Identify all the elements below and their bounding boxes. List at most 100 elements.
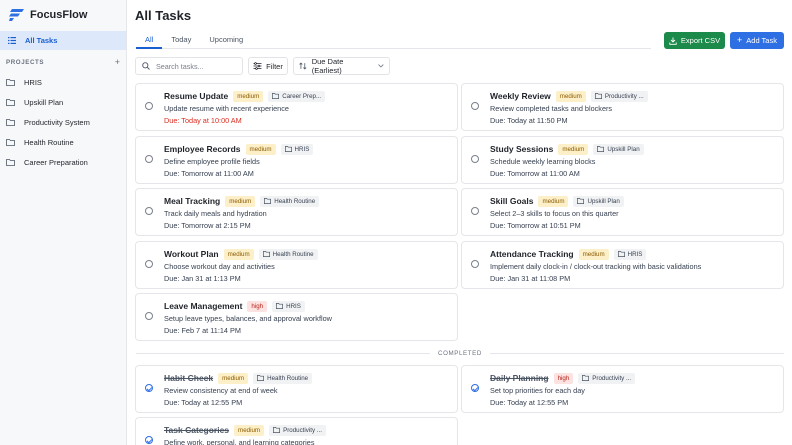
project-tag: Health Routine bbox=[260, 195, 320, 207]
project-tag: Career Prep... bbox=[268, 90, 326, 102]
sidebar-item-health-routine[interactable]: Health Routine bbox=[6, 132, 90, 152]
filter-label: Filter bbox=[266, 61, 283, 71]
priority-badge: medium bbox=[538, 195, 569, 207]
tab-today[interactable]: Today bbox=[162, 33, 200, 49]
sidebar-item-career-preparation[interactable]: Career Preparation bbox=[6, 152, 90, 172]
task-card[interactable]: Skill Goals medium Upskill Plan Select 2–3 … bbox=[461, 188, 784, 236]
completed-checkbox[interactable] bbox=[471, 384, 479, 392]
task-card[interactable]: Leave Management high HRIS Setup leave type… bbox=[135, 293, 458, 341]
sidebar-item-upskill-plan[interactable]: Upskill Plan bbox=[6, 93, 90, 113]
tab-all[interactable]: All bbox=[136, 33, 163, 49]
task-checkbox[interactable] bbox=[471, 260, 479, 268]
task-card[interactable]: Employee Records medium HRIS Define employe… bbox=[135, 136, 458, 184]
sidebar-item-all-tasks[interactable]: All Tasks bbox=[0, 31, 126, 50]
task-title: Daily Planning bbox=[490, 373, 549, 383]
priority-badge: medium bbox=[223, 248, 254, 260]
add-task-button[interactable]: + Add Task bbox=[730, 32, 784, 49]
project-tag-label: HRIS bbox=[294, 145, 310, 153]
completed-checkbox[interactable] bbox=[145, 436, 153, 444]
project-tag-label: Productivity ... bbox=[283, 426, 322, 434]
task-title: Habit Check bbox=[164, 373, 214, 383]
sidebar: FocusFlow All Tasks PROJECTS + HRIS Upsk… bbox=[0, 0, 127, 445]
folder-icon bbox=[6, 79, 15, 87]
project-tag: HRIS bbox=[280, 143, 314, 155]
folder-icon bbox=[284, 146, 292, 152]
priority-badge: medium bbox=[218, 372, 249, 384]
sidebar-item-label: Upskill Plan bbox=[24, 98, 64, 108]
tab-bar: All Today Upcoming bbox=[136, 33, 651, 49]
sort-select[interactable]: Due Date (Earliest) bbox=[293, 57, 390, 75]
folder-icon bbox=[264, 198, 272, 204]
task-description: Choose workout day and activities bbox=[164, 262, 275, 271]
task-checkbox[interactable] bbox=[145, 207, 153, 215]
folder-icon bbox=[594, 93, 602, 99]
project-tag: Productivity ... bbox=[590, 90, 648, 102]
sidebar-item-label: HRIS bbox=[24, 78, 42, 88]
chevron-down-icon bbox=[378, 64, 384, 68]
search-box[interactable] bbox=[135, 57, 243, 75]
task-card[interactable]: Study Sessions medium Upskill Plan Schedule… bbox=[461, 136, 784, 184]
sidebar-item-label: Productivity System bbox=[24, 117, 90, 127]
task-checkbox[interactable] bbox=[471, 207, 479, 215]
focusflow-logo-icon bbox=[9, 9, 24, 21]
sidebar-item-label: All Tasks bbox=[25, 36, 58, 45]
task-title: Skill Goals bbox=[490, 196, 534, 206]
completed-divider: COMPLETED bbox=[136, 349, 784, 357]
task-card[interactable]: Attendance Tracking medium HRIS Implement d… bbox=[461, 241, 784, 289]
priority-badge: high bbox=[247, 300, 268, 312]
sidebar-item-productivity-system[interactable]: Productivity System bbox=[6, 113, 90, 133]
priority-badge: medium bbox=[233, 90, 264, 102]
tab-upcoming[interactable]: Upcoming bbox=[200, 33, 252, 49]
task-checkbox[interactable] bbox=[145, 260, 153, 268]
task-checkbox[interactable] bbox=[471, 102, 479, 110]
task-checkbox[interactable] bbox=[145, 312, 153, 320]
project-tag-label: Upskill Plan bbox=[607, 145, 640, 153]
brand[interactable]: FocusFlow bbox=[9, 9, 87, 21]
task-due-date: Due: Today at 10:00 AM bbox=[164, 116, 242, 125]
task-checkbox[interactable] bbox=[145, 102, 153, 110]
task-card[interactable]: Weekly Review medium Productivity ... Revie… bbox=[461, 83, 784, 131]
priority-badge: medium bbox=[555, 90, 586, 102]
folder-icon bbox=[6, 119, 15, 126]
folder-icon bbox=[276, 303, 284, 309]
task-header: Skill Goals medium Upskill Plan bbox=[490, 195, 624, 207]
search-input[interactable] bbox=[156, 61, 236, 71]
task-title: Task Categories bbox=[164, 425, 230, 435]
task-description: Set top priorities for each day bbox=[490, 386, 585, 395]
task-due-date: Due: Jan 31 at 1:13 PM bbox=[164, 274, 241, 283]
plus-icon: + bbox=[737, 35, 743, 45]
task-description: Track daily meals and hydration bbox=[164, 209, 267, 218]
task-checkbox[interactable] bbox=[145, 155, 153, 163]
projects-header-label: PROJECTS bbox=[6, 59, 45, 66]
folder-icon bbox=[273, 427, 281, 433]
task-card[interactable]: Workout Plan medium Health Routine Choose w… bbox=[135, 241, 458, 289]
task-header: Employee Records medium HRIS bbox=[164, 143, 314, 155]
project-tag: HRIS bbox=[272, 300, 305, 312]
task-header: Workout Plan medium Health Routine bbox=[164, 248, 318, 260]
task-title: Meal Tracking bbox=[164, 196, 221, 206]
task-description: Select 2–3 skills to focus on this quart… bbox=[490, 209, 619, 218]
sidebar-item-hris[interactable]: HRIS bbox=[6, 73, 90, 93]
task-card[interactable]: Daily Planning high Productivity ... Set to… bbox=[461, 365, 784, 413]
task-due-date: Due: Tomorrow at 11:00 AM bbox=[164, 169, 254, 178]
search-icon bbox=[142, 62, 150, 70]
task-card[interactable]: Meal Tracking medium Health Routine Track d… bbox=[135, 188, 458, 236]
task-description: Define employee profile fields bbox=[164, 157, 260, 166]
task-header: Weekly Review medium Productivity ... bbox=[490, 90, 648, 102]
project-tag: HRIS bbox=[613, 248, 647, 260]
task-header: Habit Check medium Health Routine bbox=[164, 372, 313, 384]
add-project-icon[interactable]: + bbox=[115, 58, 120, 67]
task-card[interactable]: Resume Update medium Career Prep... Update … bbox=[135, 83, 458, 131]
sidebar-item-label: Health Routine bbox=[24, 137, 74, 147]
task-card[interactable]: Task Categories medium Productivity ... Def… bbox=[135, 417, 458, 445]
folder-icon bbox=[262, 251, 270, 257]
task-description: Implement daily clock-in / clock-out tra… bbox=[490, 262, 702, 271]
folder-icon bbox=[6, 99, 15, 107]
task-card[interactable]: Habit Check medium Health Routine Review co… bbox=[135, 365, 458, 413]
task-checkbox[interactable] bbox=[471, 155, 479, 163]
filter-button[interactable]: Filter bbox=[248, 57, 288, 75]
export-csv-button[interactable]: Export CSV bbox=[664, 32, 725, 49]
project-tag-label: Career Prep... bbox=[282, 92, 322, 100]
task-due-date: Due: Feb 7 at 11:14 PM bbox=[164, 326, 241, 335]
completed-checkbox[interactable] bbox=[145, 384, 153, 392]
